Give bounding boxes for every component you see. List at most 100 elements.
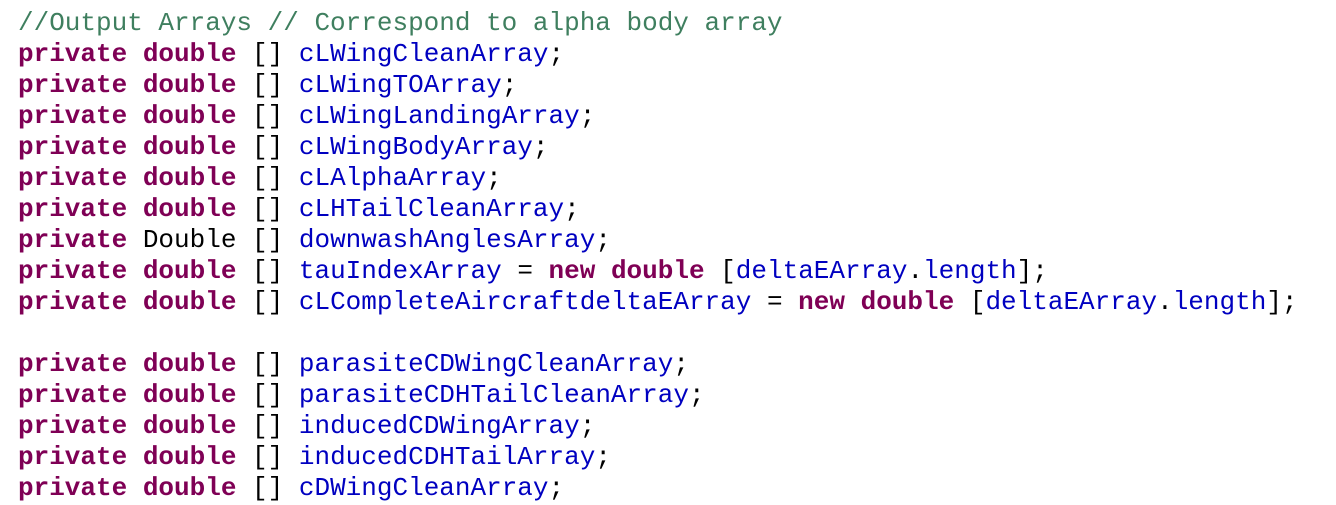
code-line: private double [] cLCompleteAircraftdelt…: [18, 287, 1332, 318]
code-token: .: [1157, 287, 1173, 317]
field-name: cLWingBodyArray: [298, 132, 533, 162]
code-line: private double [] cDWingCleanArray;: [18, 473, 1332, 504]
field-name: cLHTailCleanArray: [298, 194, 565, 224]
code-editor[interactable]: //Output Arrays // Correspond to alpha b…: [18, 8, 1332, 504]
field-name: tauIndexArray: [298, 256, 502, 286]
keyword-double: double: [142, 287, 237, 317]
keyword-double: double: [142, 380, 237, 410]
code-line: private double [] cLWingBodyArray;: [18, 132, 1332, 163]
code-token: .: [907, 256, 924, 286]
code-token: ;: [501, 70, 518, 100]
field-name: cLCompleteAircraftdeltaEArray: [298, 287, 752, 317]
code-token: Double []: [127, 225, 299, 255]
keyword-double: double: [142, 163, 237, 193]
keyword-new: new: [798, 287, 845, 317]
code-token: []: [236, 349, 299, 379]
field-name: cLWingLandingArray: [298, 101, 580, 131]
keyword-double: double: [860, 287, 955, 317]
keyword-private: private: [18, 132, 128, 162]
field-name: inducedCDHTailArray: [298, 442, 596, 472]
keyword-private: private: [18, 101, 128, 131]
code-token: [: [704, 256, 736, 286]
keyword-double: double: [142, 39, 237, 69]
code-line: private double [] cLWingCleanArray;: [18, 39, 1332, 70]
code-token: ];: [1016, 256, 1048, 286]
keyword-private: private: [18, 39, 128, 69]
code-token: ;: [548, 473, 565, 503]
code-line: private double [] cLWingTOArray;: [18, 70, 1332, 101]
code-token: []: [236, 70, 299, 100]
code-comment: //Output Arrays // Correspond to alpha b…: [18, 8, 783, 38]
keyword-private: private: [18, 163, 128, 193]
code-token: =: [501, 256, 549, 286]
field-name: deltaEArray: [985, 287, 1158, 317]
field-name: downwashAnglesArray: [298, 225, 596, 255]
code-token: []: [236, 473, 299, 503]
keyword-double: double: [142, 256, 237, 286]
keyword-private: private: [18, 256, 128, 286]
code-line: private double [] inducedCDHTailArray;: [18, 442, 1332, 473]
keyword-new: new: [548, 256, 596, 286]
code-token: []: [236, 194, 299, 224]
code-token: ;: [564, 194, 580, 224]
code-token: []: [236, 132, 299, 162]
code-line: //Output Arrays // Correspond to alpha b…: [18, 8, 1332, 39]
code-token: []: [236, 411, 299, 441]
code-token: []: [236, 39, 299, 69]
keyword-private: private: [18, 287, 128, 317]
code-token: ;: [532, 132, 549, 162]
keyword-private: private: [18, 473, 128, 503]
code-token: []: [236, 163, 299, 193]
code-token: ;: [579, 101, 596, 131]
keyword-double: double: [142, 194, 237, 224]
keyword-private: private: [18, 442, 128, 472]
code-token: ;: [579, 411, 596, 441]
code-token: []: [236, 287, 299, 317]
code-line: private double [] inducedCDWingArray;: [18, 411, 1332, 442]
keyword-private: private: [18, 225, 128, 255]
keyword-double: double: [142, 473, 237, 503]
keyword-private: private: [18, 194, 128, 224]
keyword-double: double: [142, 411, 237, 441]
keyword-private: private: [18, 349, 128, 379]
field-name: cLWingTOArray: [298, 70, 502, 100]
keyword-private: private: [18, 70, 128, 100]
code-line: private double [] cLAlphaArray;: [18, 163, 1332, 194]
field-name: length: [923, 256, 1017, 286]
keyword-double: double: [142, 70, 237, 100]
code-token: =: [751, 287, 799, 317]
code-line: private Double [] downwashAnglesArray;: [18, 225, 1332, 256]
code-token: []: [236, 442, 299, 472]
code-token: ;: [548, 39, 565, 69]
code-token: ;: [673, 349, 689, 379]
field-name: cDWingCleanArray: [298, 473, 549, 503]
keyword-double: double: [142, 442, 237, 472]
code-token: ;: [595, 442, 611, 472]
code-token: []: [236, 256, 299, 286]
code-token: [: [954, 287, 986, 317]
code-line: private double [] tauIndexArray = new do…: [18, 256, 1332, 287]
code-line: private double [] parasiteCDHTailCleanAr…: [18, 380, 1332, 411]
keyword-double: double: [142, 132, 237, 162]
field-name: length: [1172, 287, 1267, 317]
code-token: ;: [688, 380, 705, 410]
keyword-double: double: [142, 101, 237, 131]
field-name: parasiteCDHTailCleanArray: [298, 380, 689, 410]
field-name: cLAlphaArray: [298, 163, 487, 193]
keyword-double: double: [610, 256, 705, 286]
code-token: ;: [595, 225, 611, 255]
field-name: cLWingCleanArray: [298, 39, 549, 69]
